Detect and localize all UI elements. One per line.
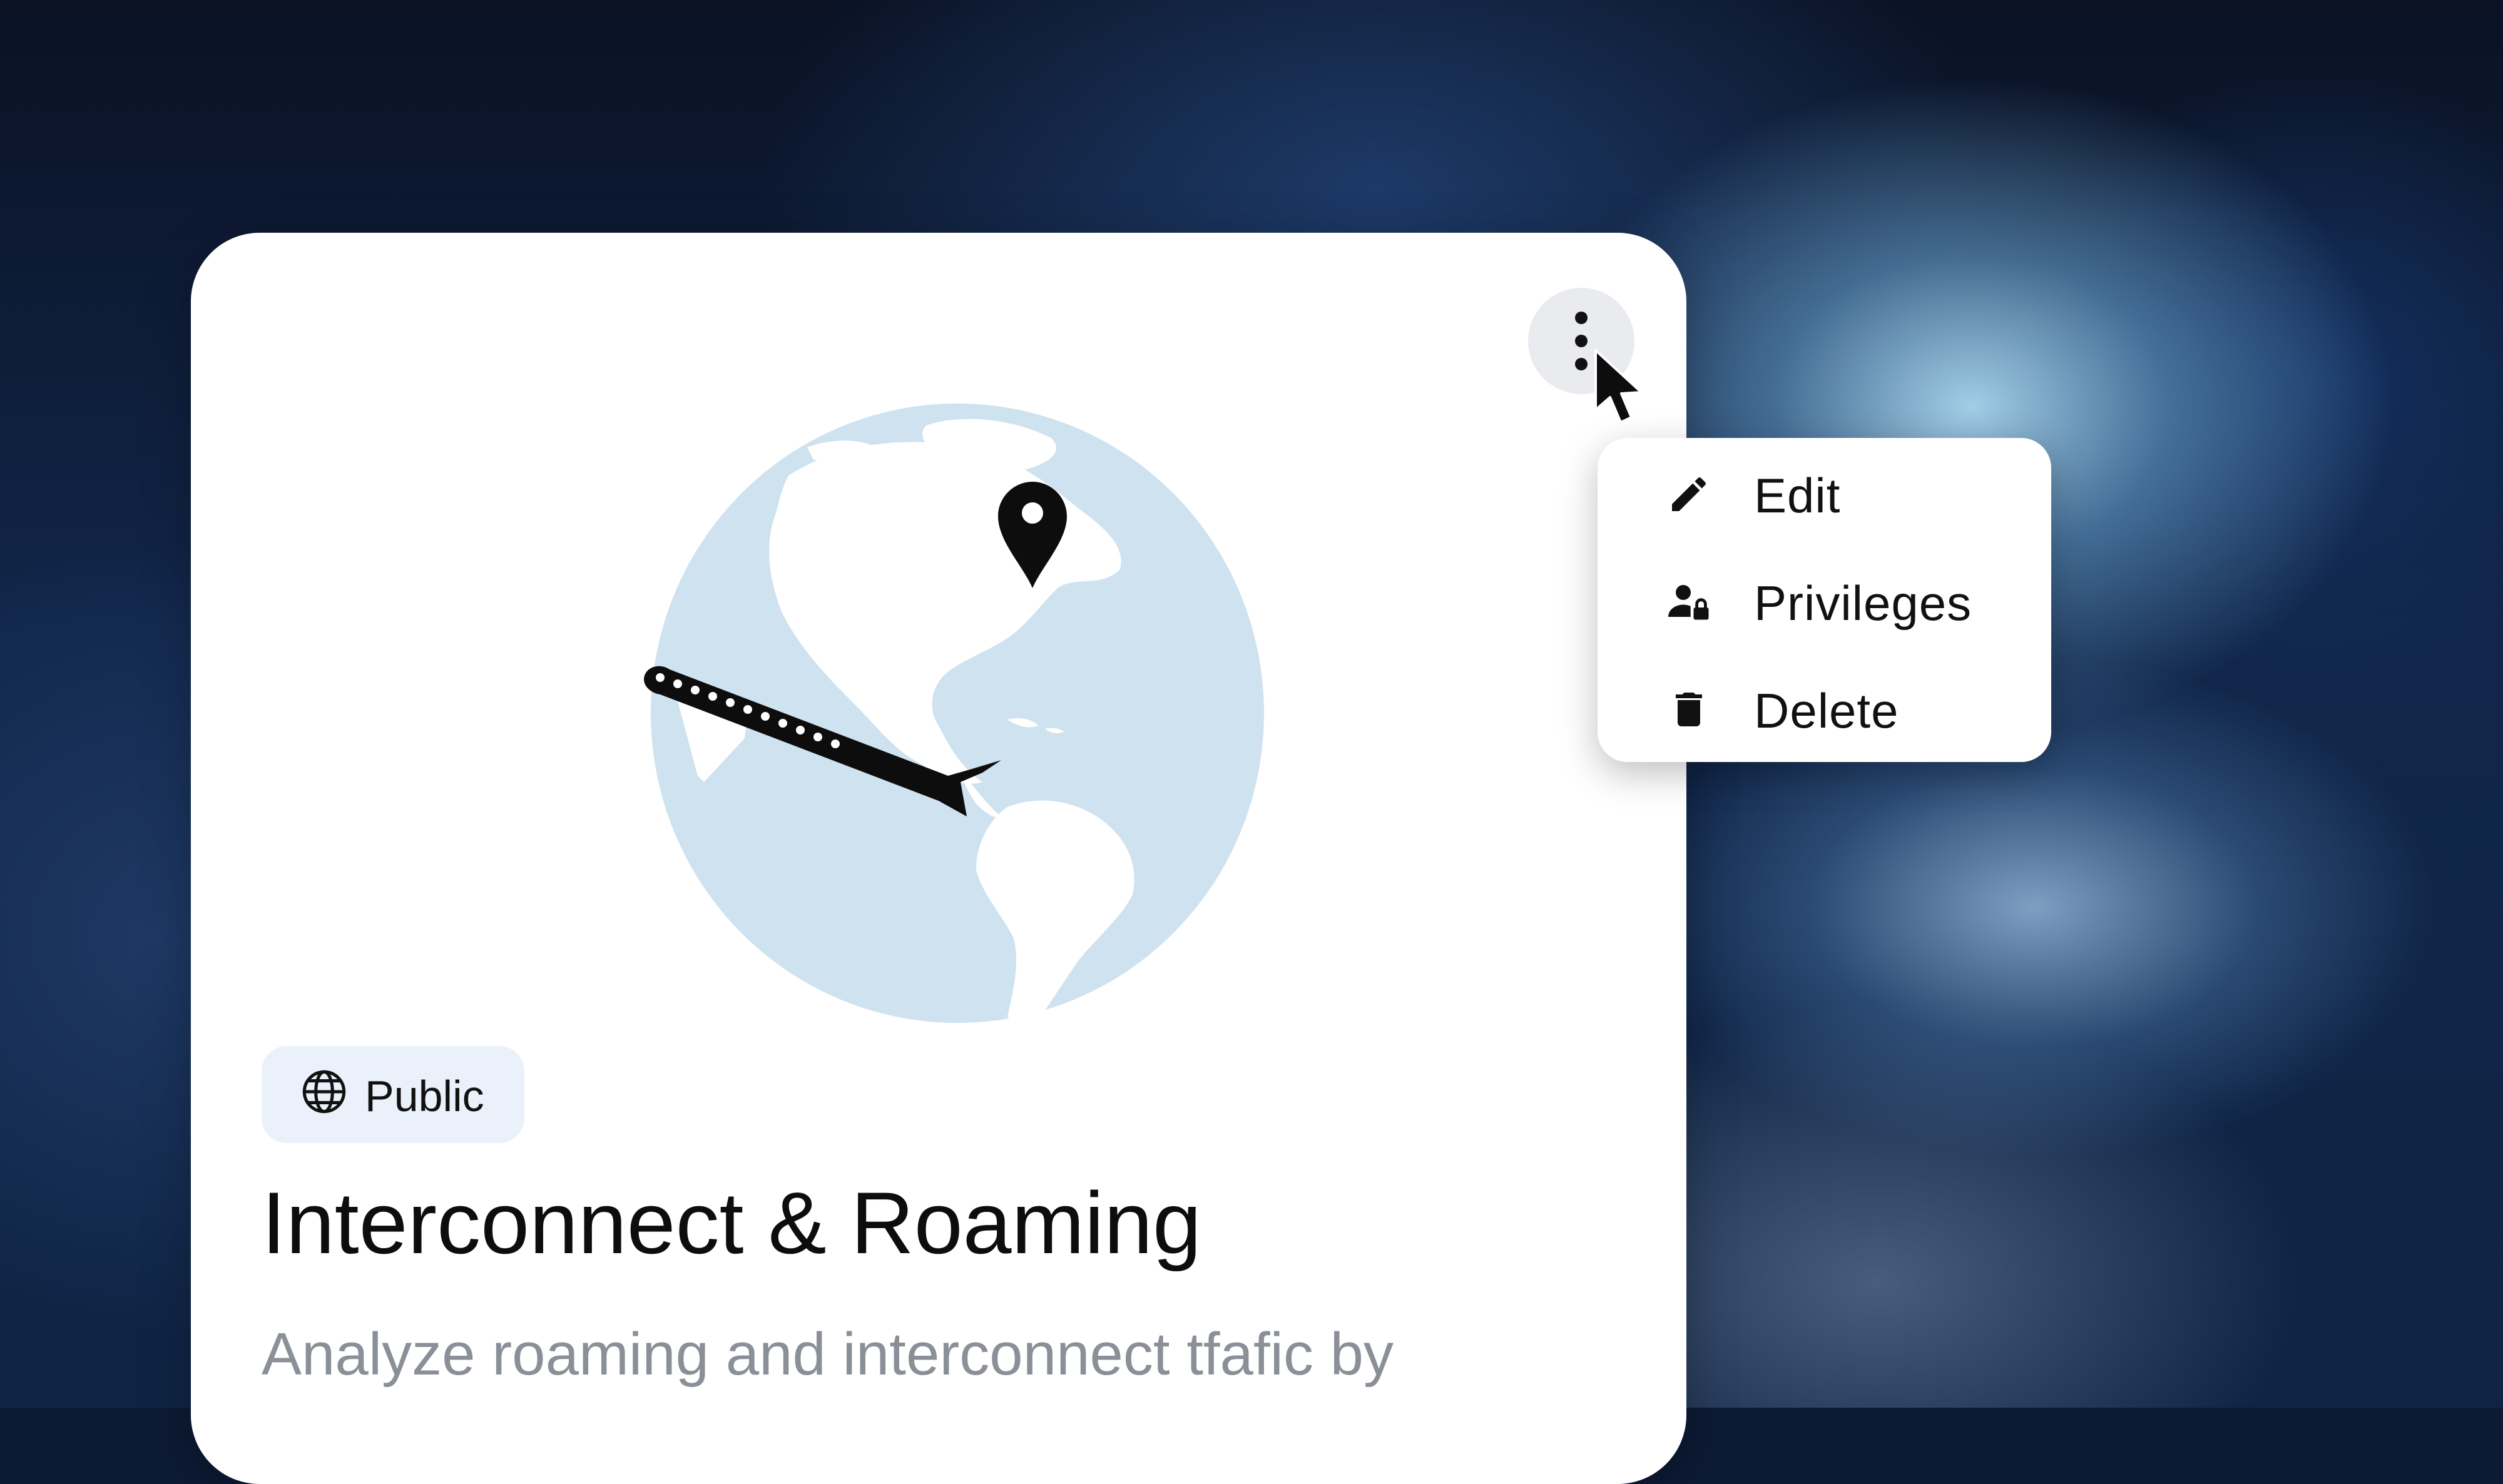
globe-airplane-illustration <box>644 404 1264 1024</box>
mouse-pointer-icon <box>1594 349 1643 424</box>
menu-item-edit[interactable]: Edit <box>1598 447 2051 541</box>
menu-item-label: Privileges <box>1754 576 1972 631</box>
menu-item-privileges[interactable]: Privileges <box>1598 554 2051 648</box>
menu-item-label: Edit <box>1754 468 1841 523</box>
context-menu: Edit Privileges Delete <box>1598 438 2051 762</box>
pencil-icon <box>1672 477 1706 511</box>
menu-item-label: Delete <box>1754 683 1899 738</box>
trash-icon <box>1676 693 1702 726</box>
card-title: Interconnect & Roaming <box>262 1174 1201 1272</box>
visibility-badge: Public <box>262 1046 524 1143</box>
user-lock-icon <box>1668 585 1709 620</box>
menu-item-delete[interactable]: Delete <box>1598 662 2051 756</box>
card-description: Analyze roaming and interconnect tfafic … <box>262 1321 1394 1388</box>
vertical-ellipsis-icon <box>1575 312 1588 324</box>
badge-label: Public <box>365 1072 484 1121</box>
globe-icon <box>302 1070 346 1114</box>
vertical-ellipsis-dot <box>1575 358 1588 370</box>
vertical-ellipsis-dot <box>1575 335 1588 347</box>
